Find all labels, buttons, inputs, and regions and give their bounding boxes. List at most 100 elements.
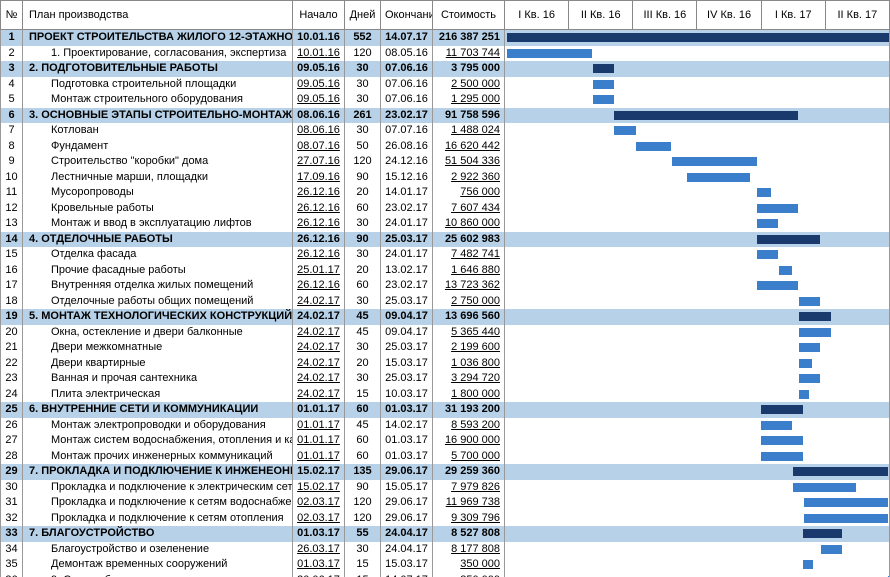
row-start: 01.01.17 [293, 449, 345, 465]
gantt-cell [505, 557, 890, 573]
row-name: Прокладка и подключение к сетям водоснаб… [23, 495, 293, 511]
gantt-cell [505, 387, 890, 403]
gantt-track [505, 449, 889, 465]
gantt-track [505, 185, 889, 201]
gantt-bar-task [757, 250, 778, 259]
table-row: 5Монтаж строительного оборудования09.05.… [1, 92, 890, 108]
table-row: 20Окна, остекление и двери балконные24.0… [1, 325, 890, 341]
row-cost: 3 795 000 [433, 61, 505, 77]
table-row: 27Монтаж систем водоснабжения, отопления… [1, 433, 890, 449]
gantt-bar-task [799, 374, 820, 383]
row-end: 24.01.17 [381, 247, 433, 263]
gantt-cell [505, 185, 890, 201]
row-cost: 1 295 000 [433, 92, 505, 108]
table-row: 21. Проектирование, согласования, экспер… [1, 46, 890, 62]
gantt-track [505, 30, 889, 46]
gantt-track [505, 542, 889, 558]
gantt-table: № План производства Начало Дней Окончани… [0, 0, 890, 577]
row-end: 07.06.16 [381, 92, 433, 108]
gantt-cell [505, 449, 890, 465]
table-row: 8Фундамент08.07.165026.08.1616 620 442 [1, 139, 890, 155]
gantt-bar-summary [793, 467, 888, 476]
gantt-track [505, 216, 889, 232]
row-num: 8 [1, 139, 23, 155]
row-days: 45 [345, 418, 381, 434]
table-row: 26Монтаж электропроводки и оборудования0… [1, 418, 890, 434]
row-name: Плита электрическая [23, 387, 293, 403]
hdr-q4: IV Кв. 16 [697, 1, 761, 30]
row-num: 4 [1, 77, 23, 93]
row-name: Прокладка и подключение к электрическим … [23, 480, 293, 496]
table-row: 21Двери межкомнатные24.02.173025.03.172 … [1, 340, 890, 356]
row-start: 10.01.16 [293, 46, 345, 62]
gantt-cell [505, 123, 890, 139]
row-cost: 7 979 826 [433, 480, 505, 496]
table-row: 32Прокладка и подключение к сетям отопле… [1, 511, 890, 527]
row-name: 7. ПРОКЛАДКА И ПОДКЛЮЧЕНИЕ К ИНЖЕНЕОНЫМ [23, 464, 293, 480]
row-days: 15 [345, 557, 381, 573]
row-name: Котлован [23, 123, 293, 139]
row-start: 08.06.16 [293, 123, 345, 139]
row-cost: 7 607 434 [433, 201, 505, 217]
row-start: 08.07.16 [293, 139, 345, 155]
hdr-num: № [1, 1, 23, 30]
row-days: 30 [345, 77, 381, 93]
row-name: 5. МОНТАЖ ТЕХНОЛОГИЧЕСКИХ КОНСТРУКЦИЙ [23, 309, 293, 325]
gantt-track [505, 123, 889, 139]
gantt-cell [505, 371, 890, 387]
row-start: 09.05.16 [293, 77, 345, 93]
row-cost: 8 593 200 [433, 418, 505, 434]
row-start: 30.06.17 [293, 573, 345, 577]
gantt-cell [505, 92, 890, 108]
gantt-track [505, 340, 889, 356]
row-start: 01.01.17 [293, 418, 345, 434]
row-end: 07.06.16 [381, 77, 433, 93]
gantt-bar-task [799, 328, 832, 337]
row-cost: 2 922 360 [433, 170, 505, 186]
row-num: 11 [1, 185, 23, 201]
row-start: 26.12.16 [293, 278, 345, 294]
gantt-bar-task [799, 359, 812, 368]
row-days: 60 [345, 433, 381, 449]
row-days: 15 [345, 387, 381, 403]
row-num: 34 [1, 542, 23, 558]
table-row: 7Котлован08.06.163007.07.161 488 024 [1, 123, 890, 139]
gantt-cell [505, 108, 890, 124]
row-start: 24.02.17 [293, 387, 345, 403]
gantt-bar-task [779, 266, 792, 275]
row-cost: 350 000 [433, 557, 505, 573]
gantt-cell [505, 464, 890, 480]
table-row: 34Благоустройство и озеленение26.03.1730… [1, 542, 890, 558]
table-row: 12Кровельные работы26.12.166023.02.177 6… [1, 201, 890, 217]
table-row: 4Подготовка строительной площадки09.05.1… [1, 77, 890, 93]
row-days: 30 [345, 340, 381, 356]
gantt-bar-task [757, 281, 798, 290]
row-end: 01.03.17 [381, 433, 433, 449]
row-num: 31 [1, 495, 23, 511]
row-name: Строительство "коробки" дома [23, 154, 293, 170]
row-days: 50 [345, 139, 381, 155]
row-days: 552 [345, 30, 381, 46]
row-days: 20 [345, 356, 381, 372]
row-start: 26.12.16 [293, 216, 345, 232]
row-days: 261 [345, 108, 381, 124]
row-start: 01.01.17 [293, 433, 345, 449]
gantt-bar-summary [614, 111, 798, 120]
row-name: Благоустройство и озеленение [23, 542, 293, 558]
row-days: 30 [345, 371, 381, 387]
table-row: 10Лестничные марши, площадки17.09.169015… [1, 170, 890, 186]
gantt-bar-task [507, 49, 592, 58]
row-end: 07.06.16 [381, 61, 433, 77]
gantt-track [505, 232, 889, 248]
row-cost: 8 177 808 [433, 542, 505, 558]
row-days: 90 [345, 170, 381, 186]
row-cost: 13 723 362 [433, 278, 505, 294]
row-end: 24.04.17 [381, 542, 433, 558]
row-num: 33 [1, 526, 23, 542]
gantt-bar-task [593, 95, 614, 104]
gantt-cell [505, 325, 890, 341]
gantt-bar-task [687, 173, 750, 182]
gantt-cell [505, 573, 890, 577]
row-start: 15.02.17 [293, 464, 345, 480]
gantt-bar-task [757, 188, 770, 197]
